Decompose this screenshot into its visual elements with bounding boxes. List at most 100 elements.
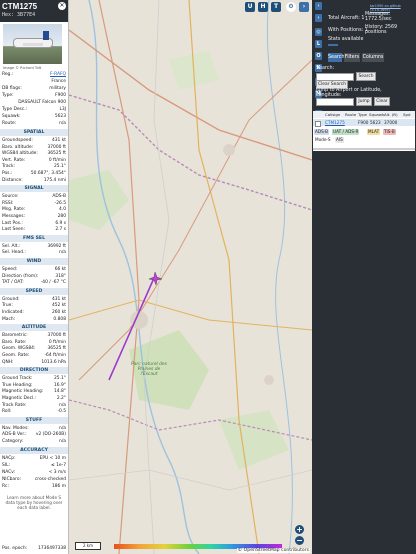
section-spatial[interactable]: SPATIAL — [0, 129, 68, 136]
info-value: 452 kt — [51, 303, 66, 309]
info-row: Magnetic Heading: 14.8° — [2, 389, 66, 395]
section-stuff[interactable]: STUFF — [0, 416, 68, 424]
info-key: Baro. altitude: — [2, 144, 34, 150]
info-value: cross-checked — [34, 476, 66, 482]
table-row[interactable]: CTM1275 F900 5623 37000 — [313, 119, 415, 127]
settings-icon[interactable]: ⚙ — [286, 2, 296, 12]
tab-columns[interactable]: Columns — [362, 53, 384, 62]
scale-bar: 2 km — [75, 542, 101, 550]
info-row: Source: ADS-B — [2, 194, 66, 200]
info-row: WGS84 altitude: 36525 ft — [2, 151, 66, 157]
info-row: Reg.: F-RAFQ — [2, 72, 66, 78]
section-accuracy[interactable]: ACCURACY — [0, 446, 68, 454]
col-alt[interactable]: Alt. (ft) — [384, 111, 398, 118]
map-button-u[interactable]: U — [245, 2, 255, 12]
map-button-t[interactable]: T — [271, 2, 281, 12]
clear-button[interactable]: Clear — [374, 97, 390, 106]
info-key: Baro. Rate: — [2, 339, 27, 345]
zoom-out-button[interactable]: − — [295, 536, 304, 545]
tab-filters[interactable]: Filters — [344, 53, 360, 62]
close-icon[interactable]: ✕ — [58, 2, 66, 10]
info-key: Last Seen: — [2, 227, 25, 233]
info-value: 260 kt — [51, 310, 66, 315]
row-squawk: 5623 — [370, 120, 381, 125]
stats-link-bar[interactable] — [328, 44, 338, 46]
info-value: 2.2° — [56, 396, 66, 401]
arrow-left-icon[interactable]: ‹ — [315, 2, 322, 10]
panel-header: CTM1275 Hex: 3B77E4 ✕ — [0, 0, 68, 22]
github-link[interactable]: tar1090 on github (3.14.1695) — [370, 4, 416, 12]
map-view[interactable]: U H T ⚙ › Parc naturel des Plaines de l'… — [69, 0, 312, 554]
info-value: n/a — [59, 425, 66, 431]
info-key: ADS-B Ver.: — [2, 432, 27, 438]
row-checkbox[interactable] — [315, 120, 321, 127]
info-value: ≤ 1e-7 — [51, 462, 66, 468]
info-row: NICbaro: cross-checked — [2, 477, 66, 483]
info-row: Messages: 280 — [2, 214, 66, 220]
map-button-h[interactable]: H — [258, 2, 268, 12]
info-row: QNH: 1013.6 hPa — [2, 360, 66, 366]
info-key: TAT / OAT: — [2, 280, 24, 286]
tag-uat: UAT / ADS-R — [332, 129, 360, 135]
info-key: Magnetic Heading: — [2, 389, 44, 395]
info-key: Type: — [2, 93, 14, 98]
info-value: n/a — [59, 250, 66, 256]
info-value: -40 / -67 °C — [40, 280, 66, 286]
info-value: 25.1° — [54, 164, 66, 170]
info-row: DASSAULT Falcon 900 — [2, 100, 66, 106]
layers-icon[interactable]: ◎ — [315, 28, 322, 36]
info-value: < 3 m/s — [48, 469, 66, 475]
arrow-left-2-icon[interactable]: ‹ — [315, 14, 322, 22]
map-canvas[interactable] — [69, 0, 312, 554]
tag-ais: AIS — [335, 137, 344, 143]
info-row: Groundspeed: 431 kt — [2, 138, 66, 144]
jump-button[interactable]: Jump — [356, 97, 372, 106]
table-scrollbar[interactable] — [313, 148, 415, 150]
expand-sidebar-icon[interactable]: › — [299, 2, 309, 12]
info-key: Roll: — [2, 409, 12, 415]
info-key: Magnetic Decl.: — [2, 396, 37, 401]
tab-search[interactable]: Search — [328, 53, 344, 62]
aircraft-photo[interactable] — [3, 24, 62, 64]
info-row: RSSI: -26.5 — [2, 201, 66, 207]
side-button-l[interactable]: L — [315, 40, 322, 48]
section-signal[interactable]: SIGNAL — [0, 185, 68, 193]
section-direction[interactable]: DIRECTION — [0, 367, 68, 375]
col-squawk[interactable]: Squawk — [369, 111, 384, 118]
photo-credit: Image © Richard Toft — [3, 66, 42, 70]
info-value: DASSAULT Falcon 900 — [18, 100, 66, 105]
col-spd[interactable]: Spd — [403, 111, 410, 118]
info-row: Distance: 175.4 nmi — [2, 178, 66, 184]
info-value[interactable]: F-RAFQ — [50, 72, 66, 78]
section-speed[interactable]: SPEED — [0, 287, 68, 295]
section-fms[interactable]: FMS SEL — [0, 234, 68, 242]
section-altitude[interactable]: ALTITUDE — [0, 324, 68, 332]
zoom-in-button[interactable]: + — [295, 525, 304, 534]
col-callsign[interactable]: Callsign — [325, 111, 340, 118]
search-button[interactable]: Search — [356, 72, 376, 81]
info-value: n/a — [59, 439, 66, 444]
info-key: Nav. Modes: — [2, 425, 29, 431]
info-value: 14.8° — [54, 389, 66, 395]
osm-attribution[interactable]: © OpenStreetMap contributors — [236, 548, 310, 553]
info-row: Nav. Modes: n/a — [2, 426, 66, 432]
col-type[interactable]: Type — [358, 111, 367, 118]
col-route[interactable]: Route — [345, 111, 356, 118]
jump-input[interactable] — [316, 98, 354, 106]
callsign-title: CTM1275 — [2, 2, 38, 11]
info-row: Pos.: 50.687°, 3.454° — [2, 171, 66, 177]
section-wind[interactable]: WIND — [0, 258, 68, 265]
info-value: 280 — [57, 214, 66, 219]
row-alt: 37000 — [384, 120, 398, 125]
info-row: True: 452 kt — [2, 303, 66, 309]
info-row: True Heading: 16.9° — [2, 383, 66, 389]
info-value: EPU < 10 m — [39, 455, 66, 461]
side-button-o[interactable]: O — [315, 52, 322, 60]
info-value: F900 — [55, 93, 66, 98]
info-key: Source: — [2, 194, 19, 200]
info-row: Baro. Rate: 0 ft/min — [2, 340, 66, 346]
aircraft-list-panel: ‹ ‹ ◎ L O K V M P I R tar1090 on github … — [312, 0, 416, 554]
info-value: France — [51, 79, 66, 84]
row-callsign[interactable]: CTM1275 — [325, 119, 345, 126]
info-key: WGS84 altitude: — [2, 151, 38, 157]
